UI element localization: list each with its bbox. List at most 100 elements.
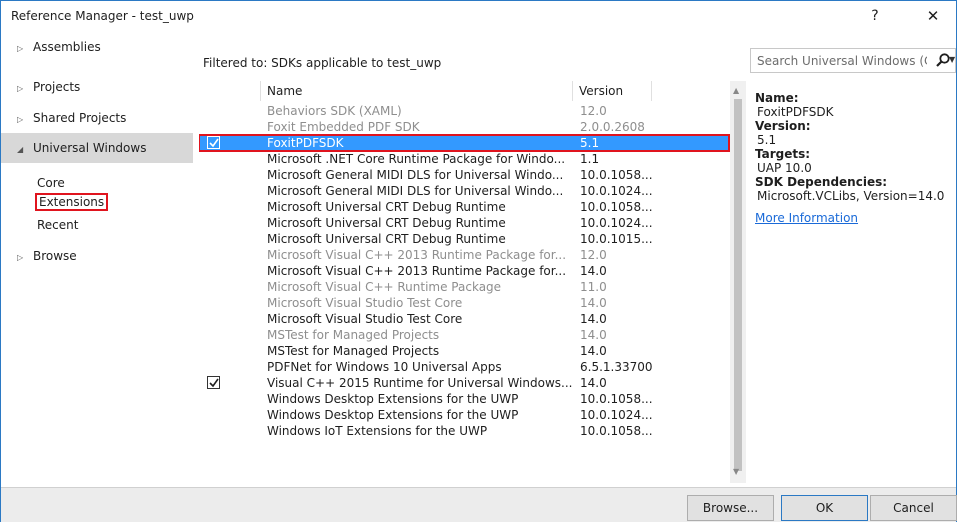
ok-button[interactable]: OK <box>781 495 868 521</box>
row-name: Microsoft Visual C++ 2013 Runtime Packag… <box>267 264 567 278</box>
nav-item-label: Projects <box>33 80 81 94</box>
row-version: 14.0 <box>580 264 607 278</box>
table-row[interactable]: Windows IoT Extensions for the UWP 10.0.1… <box>199 423 729 439</box>
table-row[interactable]: Visual C++ 2015 Runtime for Universal Wi… <box>199 375 729 391</box>
close-button[interactable]: ✕ <box>918 4 948 28</box>
row-version: 10.0.1058... <box>580 200 653 214</box>
nav-item-assemblies[interactable]: ▷ Assemblies <box>1 32 193 62</box>
details-version-label: Version: <box>755 119 811 133</box>
row-name: Microsoft Visual Studio Test Core <box>267 312 463 326</box>
table-row[interactable]: Windows Desktop Extensions for the UWP 10… <box>199 391 729 407</box>
table-row[interactable]: Microsoft Visual C++ 2013 Runtime Packag… <box>199 247 729 263</box>
checkmark-icon <box>209 378 219 388</box>
table-row[interactable]: Microsoft Visual Studio Test Core 14.0 <box>199 311 729 327</box>
details-name-value: FoxitPDFSDK <box>757 105 834 119</box>
left-navigation: ▷ Assemblies ▷ Projects ▷ Shared Projects ◢… <box>1 32 193 487</box>
scroll-thumb[interactable] <box>734 99 742 471</box>
cancel-button[interactable]: Cancel <box>870 495 957 521</box>
table-row[interactable]: MSTest for Managed Projects 14.0 <box>199 343 729 359</box>
details-pane: Name: FoxitPDFSDK Version: 5.1 Targets: … <box>755 91 955 225</box>
nav-sub-extensions[interactable]: Extensions <box>35 193 109 211</box>
row-name: PDFNet for Windows 10 Universal Apps <box>267 360 502 374</box>
nav-sub-core[interactable]: Core <box>37 174 65 192</box>
scroll-up-icon[interactable]: ▲ <box>733 86 739 95</box>
dialog-footer: Browse... OK Cancel <box>1 487 957 522</box>
search-box[interactable]: Search Universal Windows (C ▼ <box>750 48 956 73</box>
scroll-down-icon[interactable]: ▼ <box>733 467 739 476</box>
row-version: 10.0.1058... <box>580 392 653 406</box>
browse-button[interactable]: Browse... <box>687 495 774 521</box>
row-name: FoxitPDFSDK <box>267 136 344 150</box>
table-row[interactable]: Microsoft General MIDI DLS for Universal… <box>199 167 729 183</box>
row-name: Foxit Embedded PDF SDK <box>267 120 420 134</box>
search-input[interactable]: Search Universal Windows (C <box>757 54 927 68</box>
window-title: Reference Manager - test_uwp <box>11 9 194 23</box>
nav-item-projects[interactable]: ▷ Projects <box>1 72 193 102</box>
row-name: Windows Desktop Extensions for the UWP <box>267 408 519 422</box>
header-name[interactable]: Name <box>261 81 573 101</box>
vertical-scrollbar[interactable]: ▲ ▼ <box>730 81 746 483</box>
row-version: 1.1 <box>580 152 600 166</box>
row-name: Microsoft General MIDI DLS for Universal… <box>267 184 564 198</box>
row-version: 10.0.1015... <box>580 232 653 246</box>
table-row[interactable]: Microsoft .NET Core Runtime Package for … <box>199 151 729 167</box>
nav-item-universal-windows[interactable]: ◢ Universal Windows <box>1 133 193 163</box>
table-row[interactable]: Foxit Embedded PDF SDK 2.0.0.2608 <box>199 119 729 135</box>
nav-item-label: Assemblies <box>33 40 101 54</box>
table-row[interactable]: FoxitPDFSDK 5.1 <box>199 134 730 152</box>
nav-item-label: Shared Projects <box>33 111 127 125</box>
details-deps-label: SDK Dependencies: <box>755 175 888 189</box>
table-row[interactable]: Microsoft Visual Studio Test Core 14.0 <box>199 295 729 311</box>
table-row[interactable]: Microsoft Universal CRT Debug Runtime 10.… <box>199 199 729 215</box>
row-name: MSTest for Managed Projects <box>267 344 440 358</box>
dropdown-arrow-icon[interactable]: ▼ <box>949 52 955 68</box>
row-version: 10.0.1024... <box>580 216 653 230</box>
row-name: MSTest for Managed Projects <box>267 328 440 342</box>
table-row[interactable]: Microsoft General MIDI DLS for Universal… <box>199 183 729 199</box>
nav-item-label: Browse <box>33 249 77 263</box>
table-row[interactable]: Microsoft Universal CRT Debug Runtime 10.… <box>199 231 729 247</box>
row-name: Microsoft Universal CRT Debug Runtime <box>267 216 506 230</box>
collapse-arrow-icon: ◢ <box>17 145 24 154</box>
expand-arrow-icon: ▷ <box>17 115 24 124</box>
row-version: 11.0 <box>580 280 607 294</box>
nav-item-shared-projects[interactable]: ▷ Shared Projects <box>1 103 193 133</box>
reference-manager-dialog: Reference Manager - test_uwp ? ✕ ▷ Assemb… <box>0 0 957 522</box>
row-version: 2.0.0.2608 <box>580 120 645 134</box>
row-name: Windows Desktop Extensions for the UWP <box>267 392 519 406</box>
table-row[interactable]: Microsoft Visual C++ 2013 Runtime Packag… <box>199 263 729 279</box>
row-name: Behaviors SDK (XAML) <box>267 104 402 118</box>
row-version: 10.0.1058... <box>580 424 653 438</box>
expand-arrow-icon: ▷ <box>17 44 24 53</box>
table-row[interactable]: PDFNet for Windows 10 Universal Apps 6.5.… <box>199 359 729 375</box>
row-version: 10.0.1024... <box>580 408 653 422</box>
table-row[interactable]: Microsoft Universal CRT Debug Runtime 10.… <box>199 215 729 231</box>
table-row[interactable]: Microsoft Visual C++ Runtime Package 11.0 <box>199 279 729 295</box>
expand-arrow-icon: ▷ <box>17 84 24 93</box>
details-targets-label: Targets: <box>755 147 811 161</box>
header-version[interactable]: Version <box>573 81 652 101</box>
row-version: 12.0 <box>580 104 607 118</box>
details-name-label: Name: <box>755 91 799 105</box>
table-row[interactable]: Windows Desktop Extensions for the UWP 10… <box>199 407 729 423</box>
row-checkbox[interactable] <box>207 376 220 389</box>
help-button[interactable]: ? <box>860 4 890 28</box>
header-check-column <box>199 81 261 101</box>
row-checkbox[interactable] <box>207 136 220 149</box>
more-information-link[interactable]: More Information <box>755 211 955 225</box>
table-row[interactable]: Behaviors SDK (XAML) 12.0 <box>199 103 729 119</box>
nav-item-browse[interactable]: ▷ Browse <box>1 241 193 271</box>
header-filler <box>652 81 727 101</box>
table-row[interactable]: MSTest for Managed Projects 14.0 <box>199 327 729 343</box>
row-name: Microsoft Visual Studio Test Core <box>267 296 463 310</box>
row-version: 5.1 <box>580 136 600 150</box>
row-version: 14.0 <box>580 376 607 390</box>
row-version: 12.0 <box>580 248 607 262</box>
row-version: 10.0.1024... <box>580 184 653 198</box>
row-name: Microsoft Visual C++ Runtime Package <box>267 280 502 294</box>
row-name: Microsoft Universal CRT Debug Runtime <box>267 232 506 246</box>
nav-sub-recent[interactable]: Recent <box>37 216 78 234</box>
row-name: Microsoft Universal CRT Debug Runtime <box>267 200 506 214</box>
checkmark-icon <box>209 138 219 148</box>
row-name: Visual C++ 2015 Runtime for Universal Wi… <box>267 376 573 390</box>
